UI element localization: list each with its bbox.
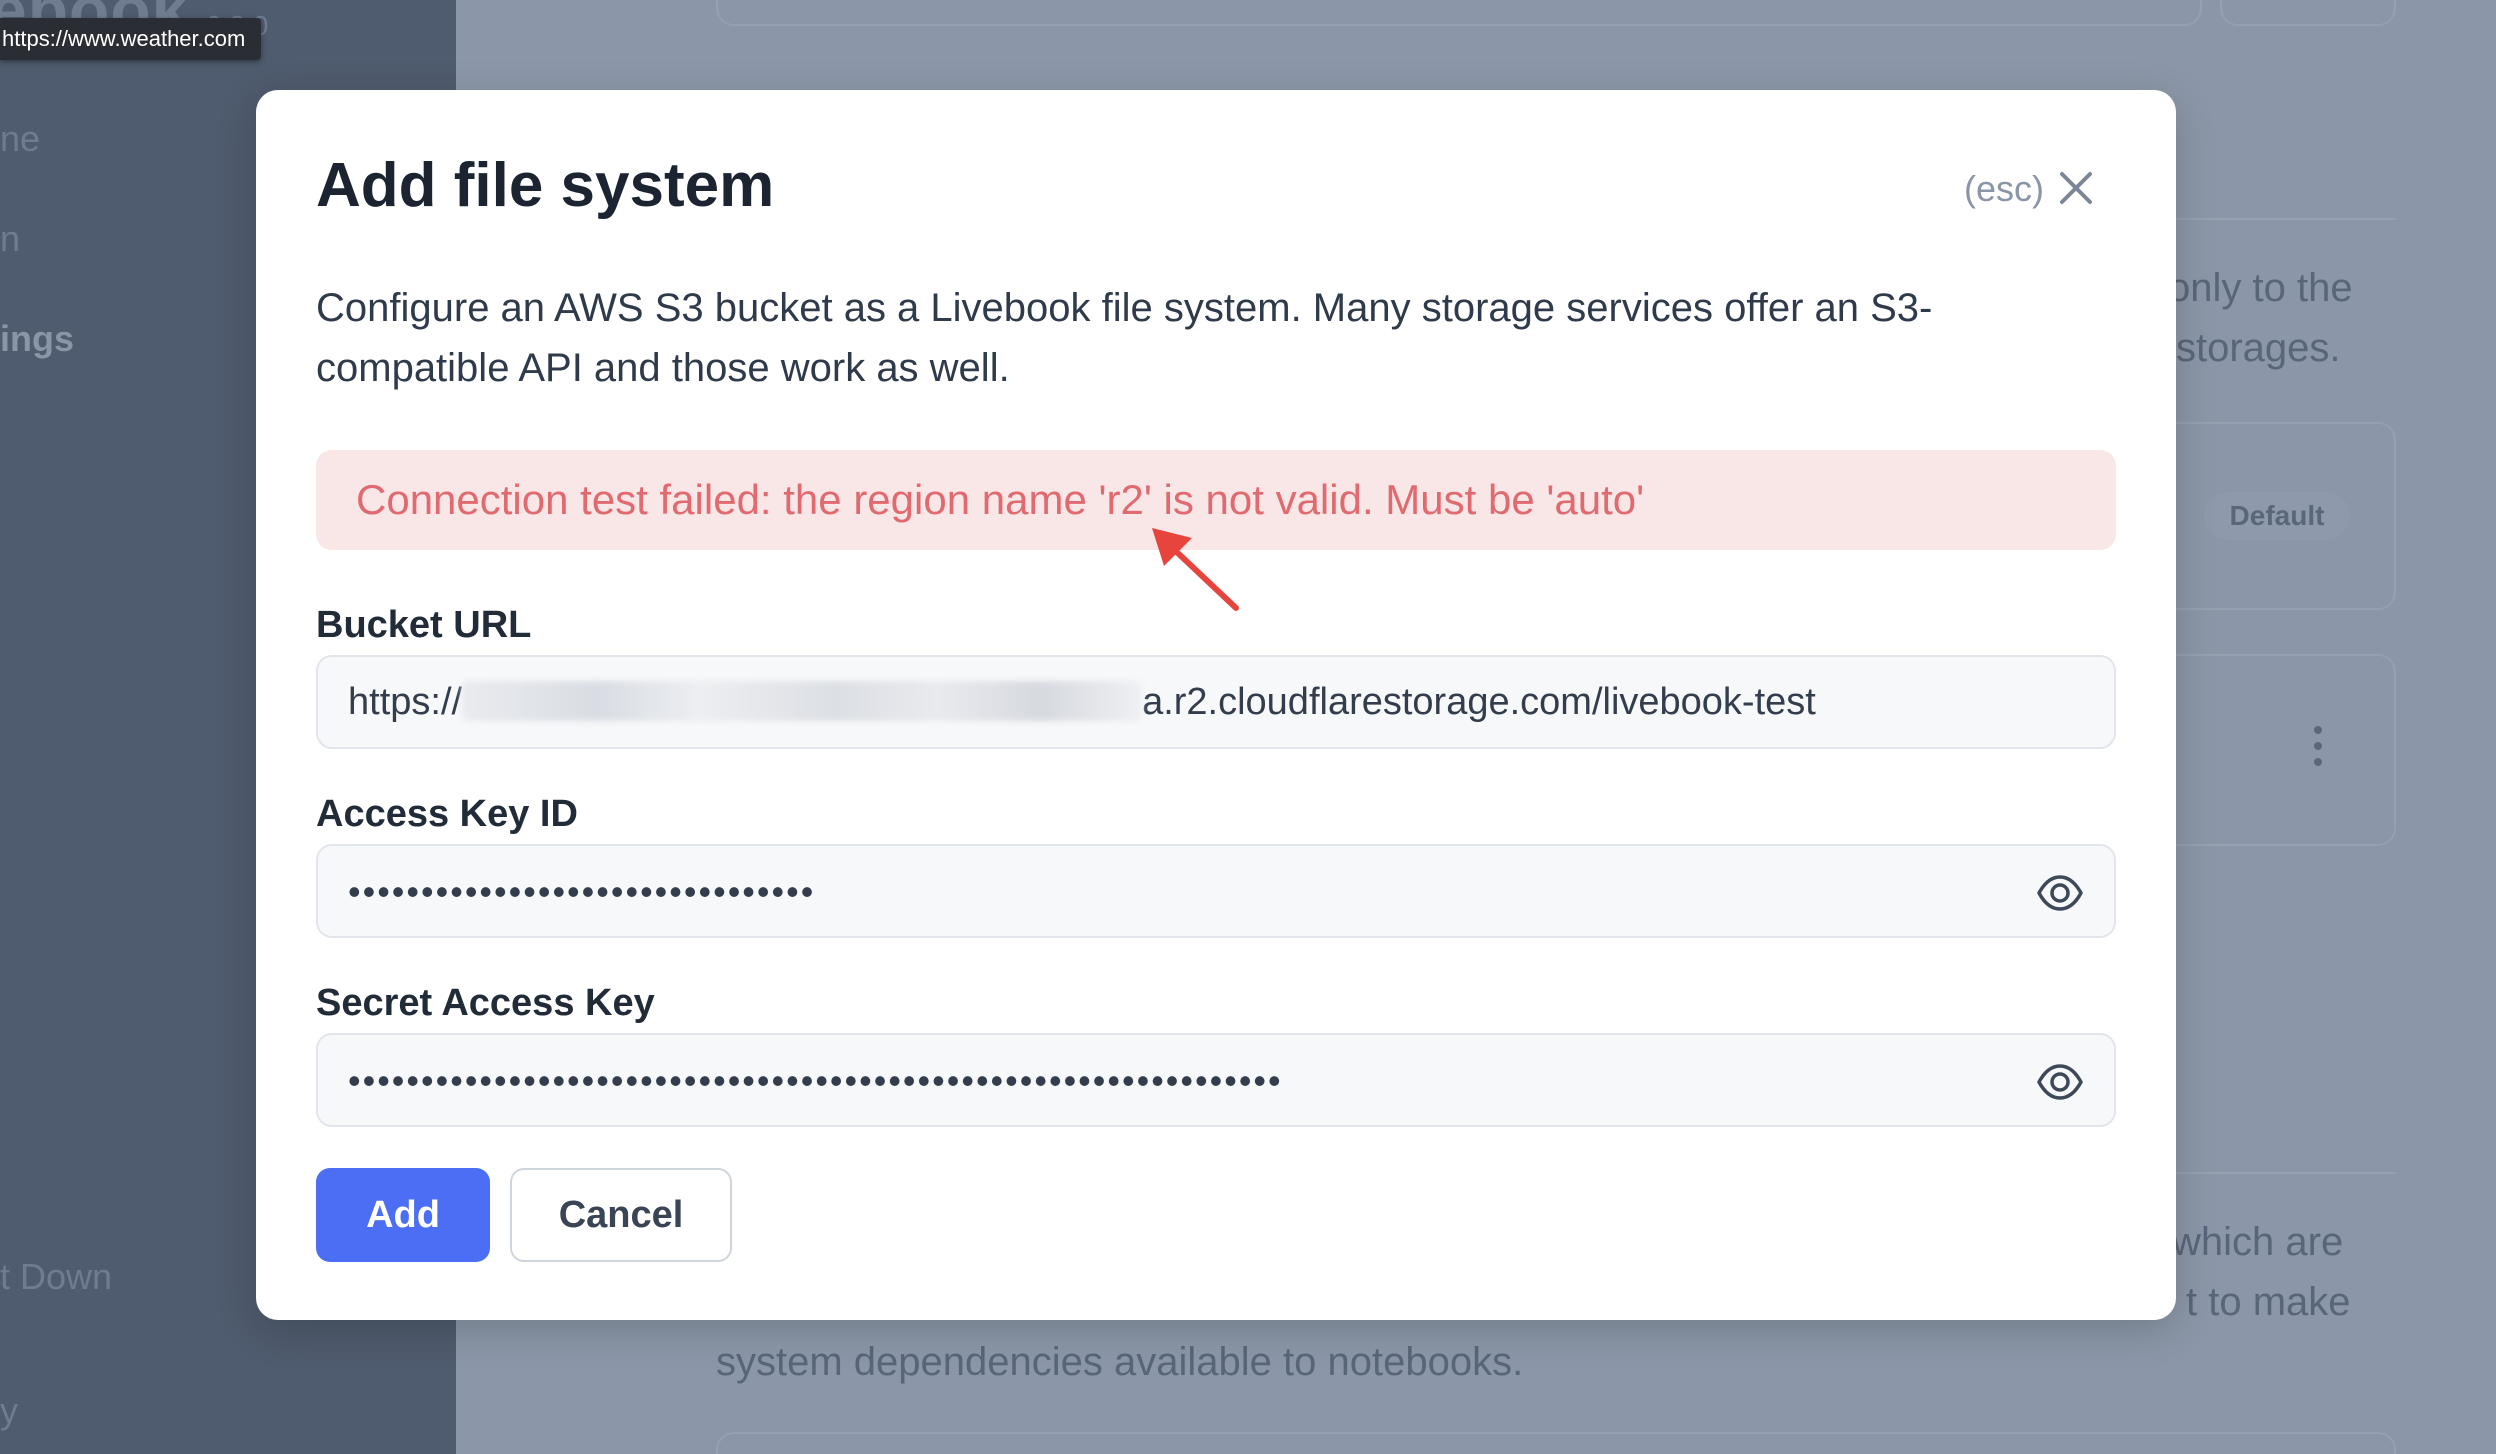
close-icon[interactable]	[2056, 168, 2096, 208]
divider	[2176, 1172, 2396, 1174]
bucket-url-label: Bucket URL	[316, 604, 532, 646]
sidebar-item-shut-down[interactable]: t Down	[0, 1256, 112, 1298]
link-status-tooltip: https://www.weather.com	[0, 18, 262, 60]
sidebar-item-learn[interactable]: n	[0, 218, 20, 260]
eye-icon[interactable]	[2036, 869, 2084, 917]
background-text: system dependencies available to noteboo…	[716, 1340, 1524, 1384]
background-text: t to make	[2186, 1280, 2351, 1324]
esc-hint: (esc)	[1964, 168, 2044, 209]
error-text: Connection test failed: the region name …	[356, 476, 1645, 523]
background-card	[2220, 0, 2396, 26]
access-key-id-masked-value: ••••••••••••••••••••••••••••••••	[348, 871, 816, 912]
annotation-arrow-icon	[1152, 528, 1239, 611]
divider	[2176, 218, 2396, 220]
sidebar-item-home[interactable]: ne	[0, 118, 40, 160]
secret-access-key-label: Secret Access Key	[316, 982, 655, 1024]
modal-description: Configure an AWS S3 bucket as a Livebook…	[316, 286, 1933, 390]
secret-access-key-masked-value: ••••••••••••••••••••••••••••••••••••••••…	[348, 1060, 1283, 1101]
eye-icon[interactable]	[2036, 1058, 2084, 1106]
sidebar-item-user[interactable]: y	[0, 1390, 18, 1432]
background-text: only to the	[2168, 266, 2353, 310]
add-button[interactable]: Add	[316, 1168, 490, 1262]
background-card	[716, 0, 2202, 26]
modal-title: Add file system	[316, 151, 775, 220]
secret-access-key-input[interactable]: ••••••••••••••••••••••••••••••••••••••••…	[316, 1033, 2116, 1127]
more-options-icon[interactable]	[2308, 726, 2328, 774]
default-badge: Default	[2204, 492, 2350, 540]
background-text: storages.	[2176, 326, 2341, 370]
bucket-url-input[interactable]: https://a.r2.cloudflarestorage.com/liveb…	[316, 655, 2116, 749]
background-text: which are	[2172, 1220, 2344, 1264]
bucket-url-value: https://a.r2.cloudflarestorage.com/liveb…	[348, 680, 1816, 723]
cancel-button[interactable]: Cancel	[510, 1168, 732, 1262]
access-key-id-input[interactable]: ••••••••••••••••••••••••••••••••	[316, 844, 2116, 938]
background-card	[716, 1432, 2396, 1454]
redacted-account-id	[462, 680, 1143, 721]
add-file-system-modal: Add file system (esc) Configure an AWS S…	[256, 90, 2176, 1320]
sidebar-item-settings[interactable]: ings	[0, 318, 74, 360]
access-key-id-label: Access Key ID	[316, 793, 578, 835]
